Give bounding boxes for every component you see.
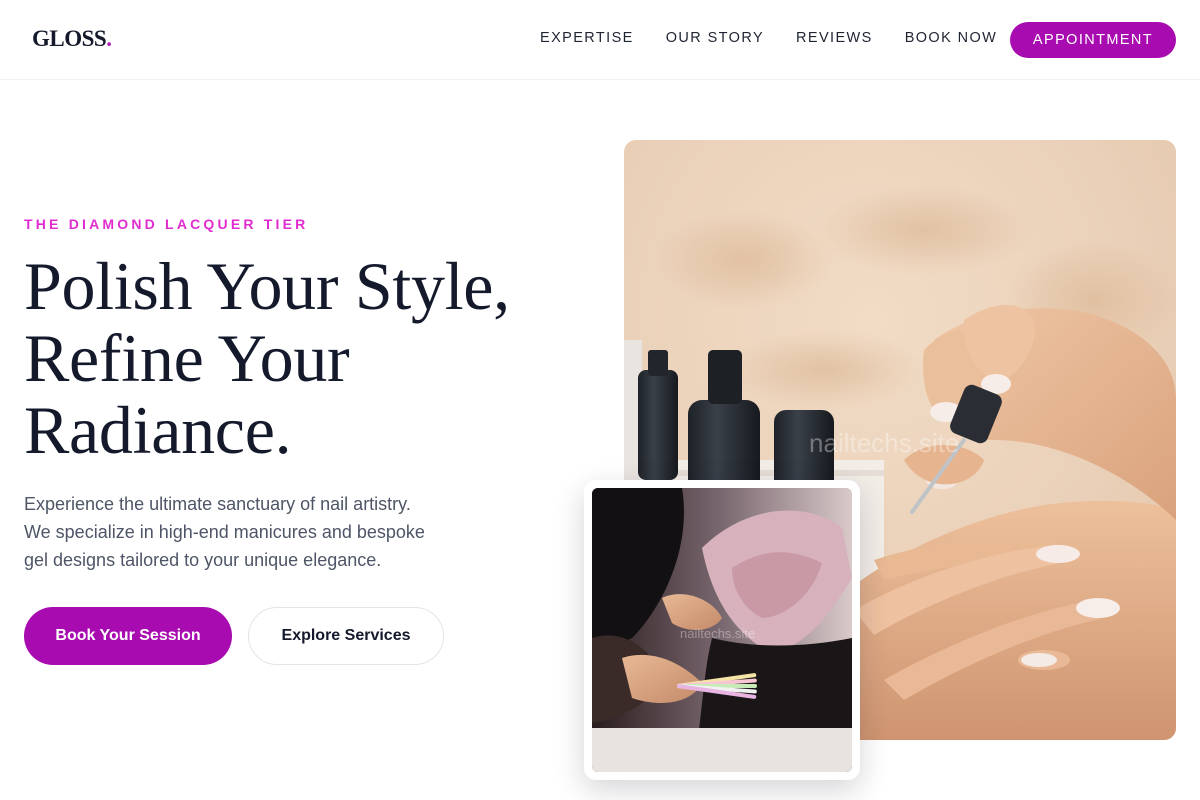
headline-line-1: Polish Your Style,	[24, 248, 510, 324]
description-line-2: We specialize in high-end manicures and …	[24, 522, 425, 542]
main-photo-watermark: nailtechs.site	[809, 428, 959, 458]
nav-link-our-story[interactable]: OUR STORY	[666, 30, 764, 46]
nav-link-reviews[interactable]: REVIEWS	[796, 30, 873, 46]
appointment-button[interactable]: APPOINTMENT	[1010, 22, 1176, 58]
inset-photo-card: nailtechs.site	[584, 480, 860, 780]
site-header: GLOSS. EXPERTISE OUR STORY REVIEWS BOOK …	[0, 0, 1200, 80]
description-line-1: Experience the ultimate sanctuary of nai…	[24, 494, 411, 514]
swatch-illustration: nailtechs.site	[592, 488, 852, 772]
headline-line-3: Radiance.	[24, 392, 292, 468]
logo-dot: .	[106, 26, 112, 51]
site-logo[interactable]: GLOSS.	[32, 26, 112, 52]
inset-photo-watermark: nailtechs.site	[680, 626, 755, 641]
hero-headline: Polish Your Style, Refine Your Radiance.	[24, 250, 584, 466]
nav-link-expertise[interactable]: EXPERTISE	[540, 30, 634, 46]
nav-link-book-now[interactable]: BOOK NOW	[905, 30, 998, 46]
hero-eyebrow: THE DIAMOND LACQUER TIER	[24, 216, 309, 232]
description-line-3: gel designs tailored to your unique eleg…	[24, 550, 382, 570]
main-nav: EXPERTISE OUR STORY REVIEWS BOOK NOW	[540, 30, 997, 46]
explore-services-button[interactable]: Explore Services	[248, 607, 444, 665]
inset-photo-color-swatches: nailtechs.site	[592, 488, 852, 772]
logo-text: GLOSS	[32, 26, 107, 51]
hero-description: Experience the ultimate sanctuary of nai…	[24, 490, 474, 574]
book-session-button[interactable]: Book Your Session	[24, 607, 232, 665]
headline-line-2: Refine Your	[24, 320, 350, 396]
